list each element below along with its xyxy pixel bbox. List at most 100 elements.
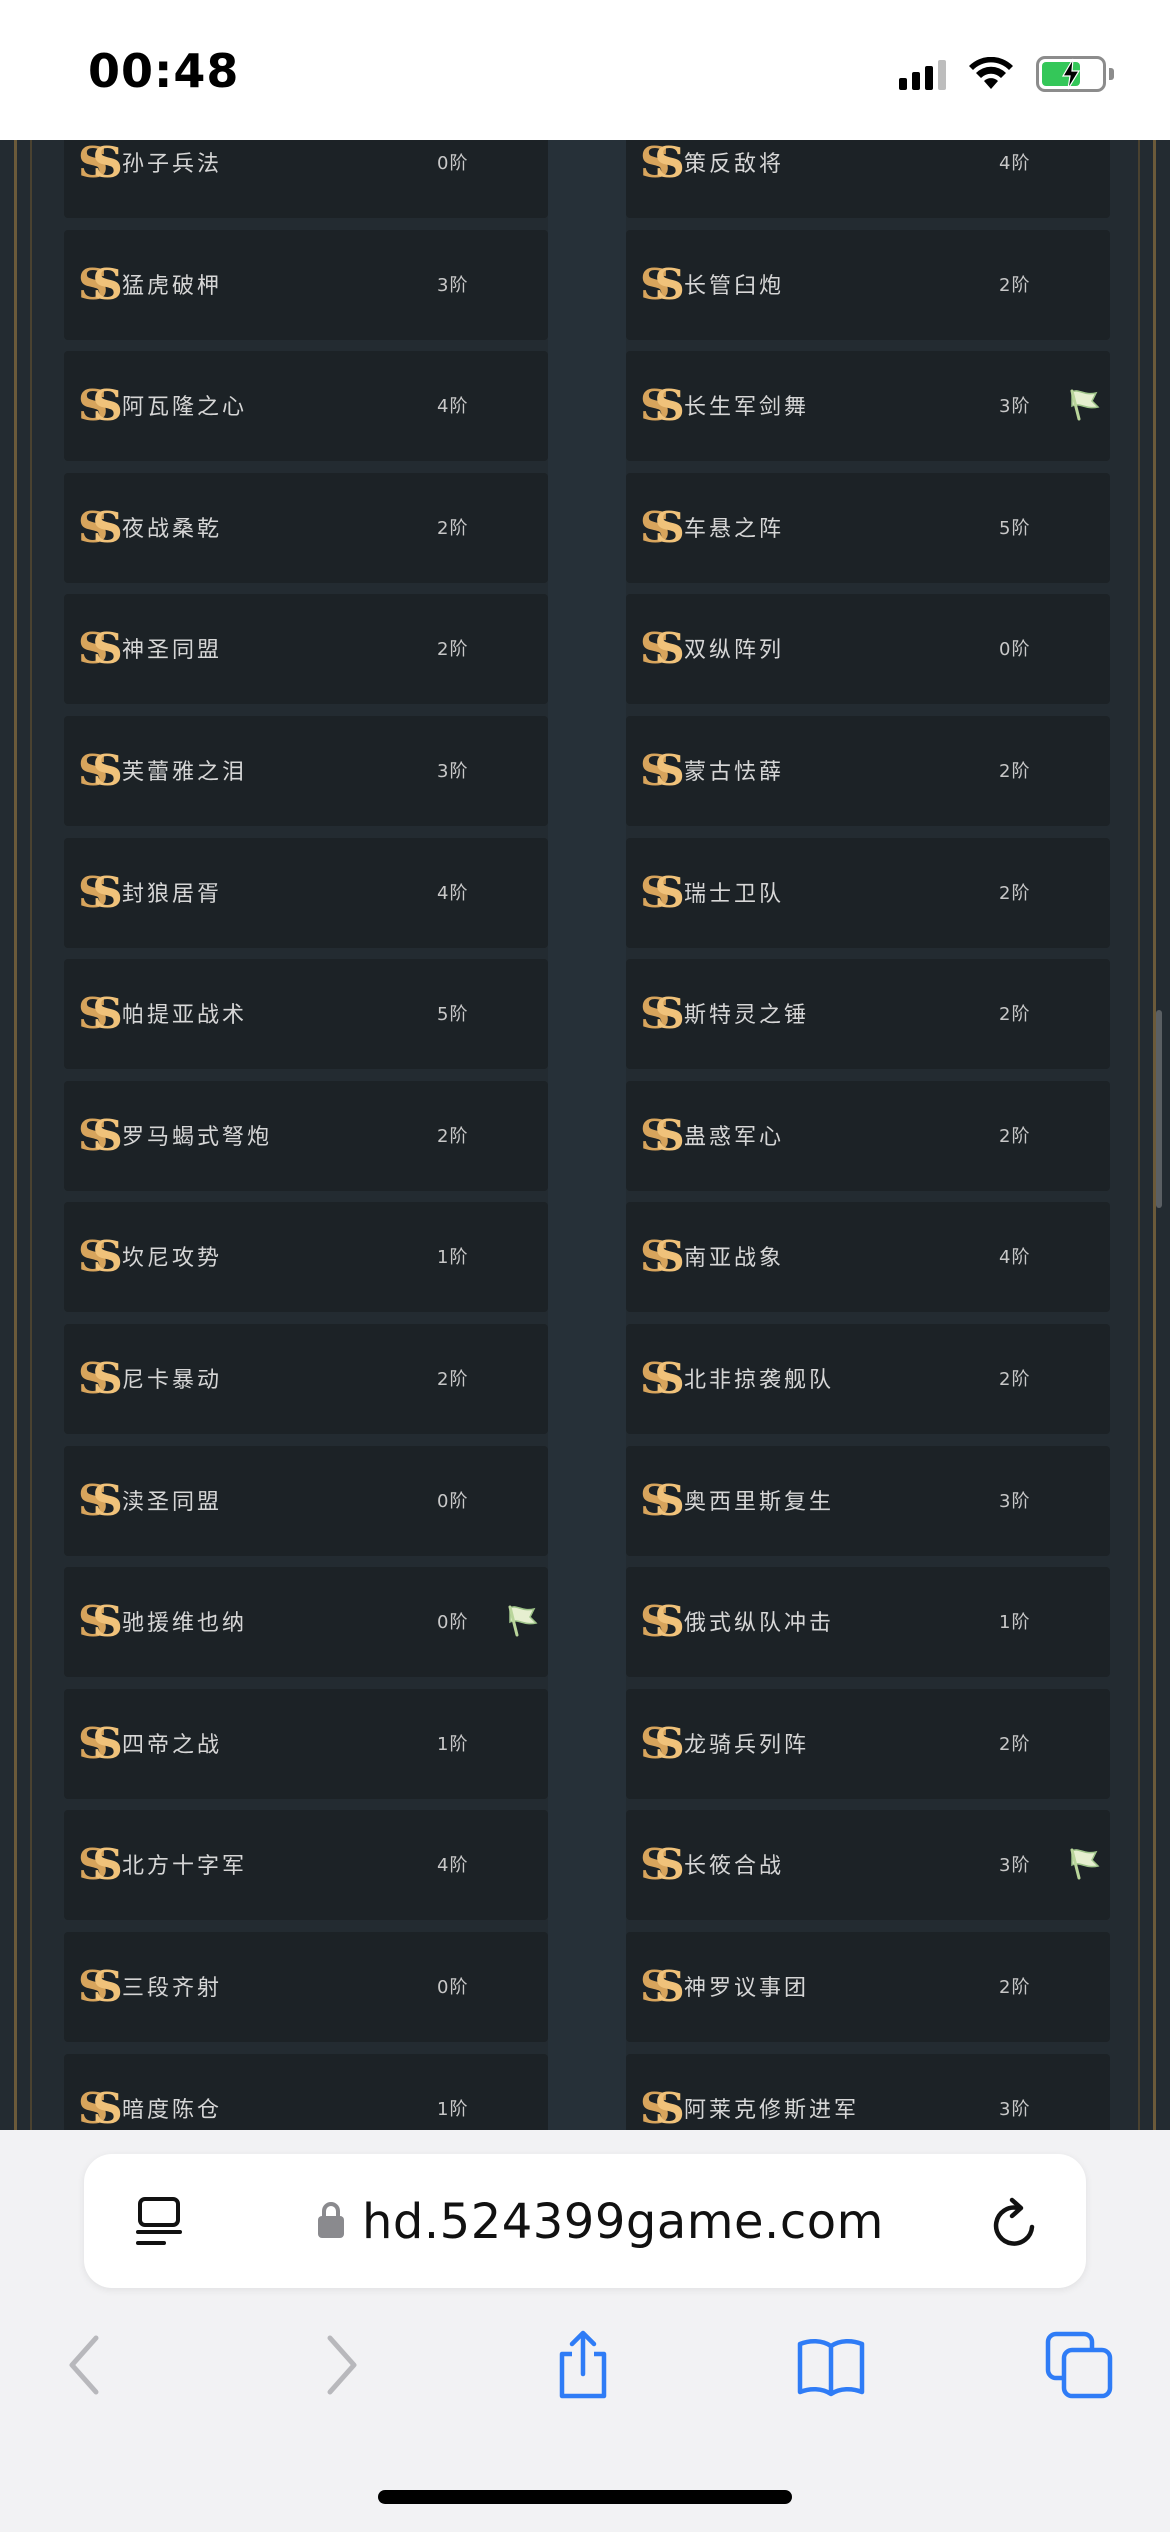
skill-level: 4阶 — [999, 1247, 1031, 1269]
skill-level: 0阶 — [437, 153, 469, 174]
skill-card[interactable]: SS 俄式纵队冲击 1阶 — [626, 1567, 1110, 1678]
skill-card[interactable]: SS 双纵阵列 0阶 — [626, 594, 1110, 705]
skill-card[interactable]: SS 长生军剑舞 3阶 — [626, 351, 1110, 462]
skill-name: 罗马蝎式弩炮 — [122, 1124, 273, 1150]
skill-name: 夜战桑乾 — [122, 516, 223, 542]
ss-logo-icon: SS — [640, 140, 685, 187]
skill-name: 龙骑兵列阵 — [684, 1732, 810, 1758]
ss-logo-icon: SS — [78, 259, 123, 309]
skill-card[interactable]: SS 策反敌将 4阶 — [626, 140, 1110, 218]
ss-logo-icon: SS — [78, 1232, 123, 1282]
skill-level: 2阶 — [999, 882, 1031, 904]
skill-name: 渎圣同盟 — [122, 1489, 223, 1515]
address-bar[interactable]: hd.524399game.com — [84, 2154, 1086, 2288]
skill-card[interactable]: SS 车悬之阵 5阶 — [626, 472, 1110, 583]
ss-logo-icon: SS — [78, 140, 123, 187]
skill-card[interactable]: SS 封狼居胥 4阶 — [64, 837, 548, 948]
skill-name: 俄式纵队冲击 — [684, 1611, 835, 1637]
skill-card[interactable]: SS 长管臼炮 2阶 — [626, 229, 1110, 340]
ss-logo-icon: SS — [640, 989, 685, 1039]
skill-card[interactable]: SS 阿瓦隆之心 4阶 — [64, 351, 548, 462]
skill-level: 4阶 — [437, 882, 469, 904]
skill-card[interactable]: SS 渎圣同盟 0阶 — [64, 1445, 548, 1556]
skill-name: 三段齐射 — [122, 1976, 223, 2001]
skill-card[interactable]: SS 神罗议事团 2阶 — [626, 1932, 1110, 2042]
reload-icon[interactable] — [988, 2194, 1044, 2252]
skill-name: 神罗议事团 — [684, 1976, 810, 2001]
skill-card[interactable]: SS 斯特灵之锤 2阶 — [626, 959, 1110, 1070]
status-icons — [899, 52, 1114, 96]
forward-chevron-icon[interactable] — [304, 2330, 374, 2400]
skill-card[interactable]: SS 神圣同盟 2阶 — [64, 594, 548, 705]
battery-icon — [1036, 56, 1114, 92]
ss-logo-icon: SS — [640, 259, 685, 309]
skill-card[interactable]: SS 长筱合战 3阶 — [626, 1810, 1110, 1921]
ss-logo-icon: SS — [78, 1475, 123, 1525]
skill-level: 4阶 — [999, 153, 1031, 174]
skill-card[interactable]: SS 奥西里斯复生 3阶 — [626, 1445, 1110, 1556]
skill-list-page[interactable]: SS 孙子兵法 0阶 SS 猛虎破柙 3阶 SS 阿瓦隆之心 4阶 SS 夜战桑乾 2阶 SS 神圣同盟 2… — [0, 140, 1170, 2130]
column-gap — [548, 140, 626, 2130]
skill-card[interactable]: SS 帕提亚战术 5阶 — [64, 959, 548, 1070]
lock-icon — [318, 2202, 344, 2238]
home-indicator[interactable] — [378, 2490, 792, 2504]
ss-logo-icon: SS — [78, 624, 123, 674]
skill-card[interactable]: SS 南亚战象 4阶 — [626, 1202, 1110, 1313]
skill-card[interactable]: SS 蒙古怯薛 2阶 — [626, 716, 1110, 826]
skill-level: 2阶 — [437, 1125, 469, 1147]
skill-card[interactable]: SS 尼卡暴动 2阶 — [64, 1324, 548, 1434]
skill-card[interactable]: SS 瑞士卫队 2阶 — [626, 837, 1110, 948]
skill-level: 2阶 — [999, 1977, 1031, 1998]
skill-card[interactable]: SS 罗马蝎式弩炮 2阶 — [64, 1080, 548, 1191]
skill-card[interactable]: SS 驰援维也纳 0阶 — [64, 1567, 548, 1678]
skill-level: 2阶 — [437, 1369, 469, 1390]
skill-card[interactable]: SS 阿莱克修斯进军 3阶 — [626, 2053, 1110, 2130]
ss-logo-icon: SS — [640, 1232, 685, 1282]
skill-card[interactable]: SS 北方十字军 4阶 — [64, 1810, 548, 1921]
bookmarks-icon[interactable] — [796, 2330, 866, 2400]
skill-card[interactable]: SS 孙子兵法 0阶 — [64, 140, 548, 218]
skill-name: 孙子兵法 — [122, 152, 223, 177]
skill-card[interactable]: SS 暗度陈仓 1阶 — [64, 2053, 548, 2130]
skill-card[interactable]: SS 夜战桑乾 2阶 — [64, 472, 548, 583]
skill-level: 2阶 — [999, 761, 1031, 782]
ss-logo-icon: SS — [78, 1597, 123, 1647]
skill-name: 暗度陈仓 — [122, 2097, 223, 2123]
skill-name: 阿莱克修斯进军 — [684, 2097, 860, 2123]
skill-card[interactable]: SS 蛊惑军心 2阶 — [626, 1080, 1110, 1191]
scrollbar[interactable] — [1156, 1010, 1162, 1208]
skill-name: 神圣同盟 — [122, 638, 223, 664]
ss-logo-icon: SS — [78, 1110, 123, 1160]
tabs-icon[interactable] — [1044, 2330, 1114, 2400]
skill-card[interactable]: SS 龙骑兵列阵 2阶 — [626, 1688, 1110, 1799]
skill-card[interactable]: SS 四帝之战 1阶 — [64, 1688, 548, 1799]
ss-logo-icon: SS — [640, 624, 685, 674]
skill-name: 长筱合战 — [684, 1854, 785, 1880]
skill-level: 1阶 — [437, 2098, 469, 2120]
url-text[interactable]: hd.524399game.com — [362, 2194, 884, 2250]
skill-card[interactable]: SS 坎尼攻势 1阶 — [64, 1202, 548, 1313]
skill-card[interactable]: SS 三段齐射 0阶 — [64, 1932, 548, 2042]
skill-name: 四帝之战 — [122, 1732, 223, 1758]
skill-level: 3阶 — [999, 1855, 1031, 1877]
ss-logo-icon: SS — [78, 867, 123, 917]
flag-icon — [1070, 389, 1100, 421]
skill-name: 帕提亚战术 — [122, 1003, 248, 1029]
skill-level: 2阶 — [437, 517, 469, 539]
skill-card[interactable]: SS 芙蕾雅之泪 3阶 — [64, 716, 548, 826]
ss-logo-icon: SS — [640, 1840, 685, 1890]
skill-card[interactable]: SS 北非掠袭舰队 2阶 — [626, 1324, 1110, 1434]
skill-level: 4阶 — [437, 396, 469, 418]
back-chevron-icon[interactable] — [52, 2330, 122, 2400]
skill-name: 猛虎破柙 — [122, 273, 223, 299]
skill-level: 3阶 — [437, 761, 469, 782]
skill-name: 奥西里斯复生 — [684, 1489, 835, 1515]
skill-level: 0阶 — [437, 1490, 469, 1512]
skill-name: 长生军剑舞 — [684, 395, 810, 421]
skill-card[interactable]: SS 猛虎破柙 3阶 — [64, 229, 548, 340]
skill-level: 3阶 — [999, 1490, 1031, 1512]
ss-logo-icon: SS — [640, 1354, 685, 1403]
share-icon[interactable] — [548, 2330, 618, 2400]
reader-mode-icon[interactable] — [134, 2196, 184, 2248]
ss-logo-icon: SS — [640, 502, 685, 552]
